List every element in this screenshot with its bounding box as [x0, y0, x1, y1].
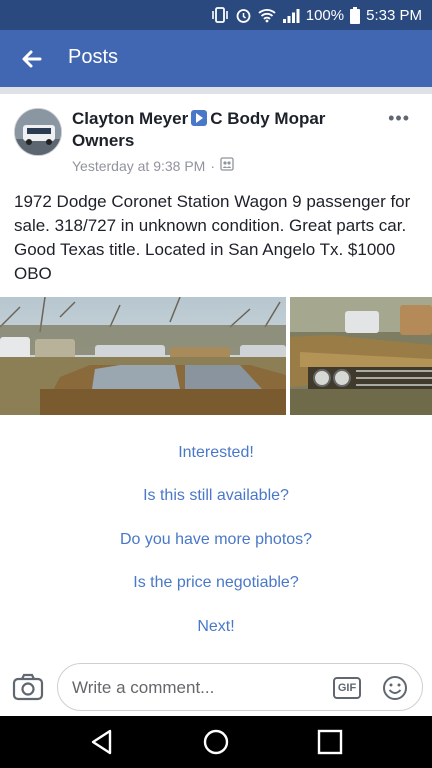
post-meta: Yesterday at 9:38 PM · — [72, 157, 234, 174]
app-bar: Posts — [0, 30, 432, 87]
alarm-icon — [235, 7, 252, 24]
comment-composer: Write a comment... GIF — [0, 660, 432, 716]
post-header: Clayton Meyer C Body Mopar Owners — [72, 108, 372, 152]
quick-reply-more-photos[interactable]: Do you have more photos? — [0, 531, 432, 549]
play-arrow-icon — [191, 110, 208, 126]
system-nav-bar — [0, 716, 432, 768]
wifi-icon — [258, 8, 276, 23]
author-name[interactable]: Clayton Meyer — [72, 109, 188, 128]
battery-percent: 100% — [305, 6, 345, 24]
back-triangle-icon[interactable] — [88, 728, 116, 756]
page-title: Posts — [68, 46, 119, 68]
vibrate-icon — [211, 7, 229, 23]
separator: · — [210, 157, 216, 174]
home-circle-icon[interactable] — [202, 728, 230, 756]
comment-placeholder: Write a comment... — [72, 678, 215, 697]
comment-input[interactable]: Write a comment... GIF — [57, 663, 423, 711]
quick-reply-next[interactable]: Next! — [0, 618, 432, 636]
status-bar: 100% 5:33 PM — [0, 0, 432, 30]
more-options-icon[interactable]: ••• — [388, 108, 410, 129]
avatar[interactable] — [14, 108, 62, 156]
quick-reply-interested[interactable]: Interested! — [0, 444, 432, 462]
clock: 5:33 PM — [366, 6, 422, 24]
post-text: 1972 Dodge Coronet Station Wagon 9 passe… — [14, 192, 411, 283]
arrow-left-icon[interactable] — [18, 45, 46, 73]
battery-icon — [350, 6, 361, 24]
recents-square-icon[interactable] — [316, 728, 344, 756]
camera-icon[interactable] — [12, 672, 44, 702]
divider — [0, 87, 432, 94]
junkyard-wagon-photo[interactable] — [0, 297, 286, 415]
group-icon — [220, 157, 234, 174]
smiley-icon[interactable] — [382, 675, 408, 701]
gif-button[interactable]: GIF — [333, 677, 361, 699]
quick-reply-price-negotiable[interactable]: Is the price negotiable? — [0, 574, 432, 592]
quick-reply-still-available[interactable]: Is this still available? — [0, 487, 432, 505]
car-front-grille-photo[interactable] — [290, 297, 432, 415]
timestamp[interactable]: Yesterday at 9:38 PM — [72, 158, 205, 174]
signal-icon — [282, 8, 300, 23]
